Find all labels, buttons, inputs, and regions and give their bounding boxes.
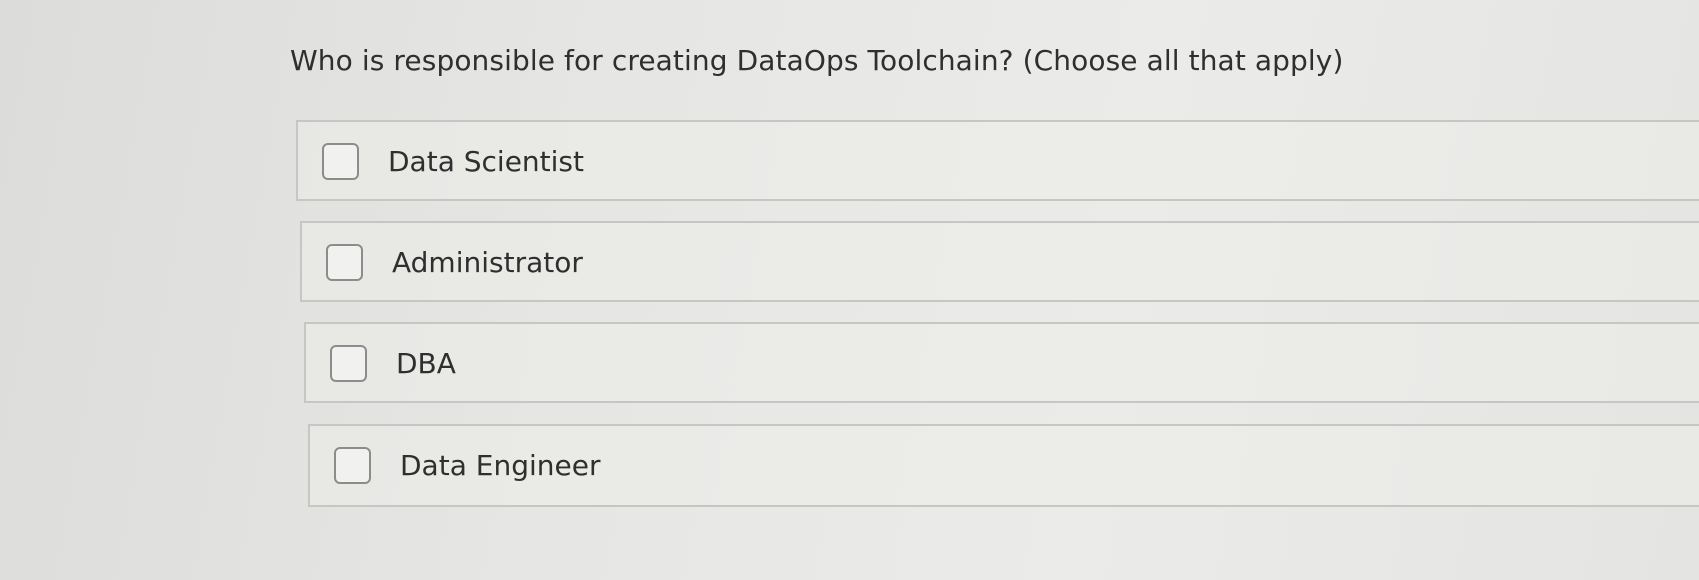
option-label: DBA	[396, 347, 456, 380]
checkbox-administrator[interactable]	[326, 244, 363, 281]
option-data-engineer[interactable]: Data Engineer	[308, 424, 1699, 507]
option-dba[interactable]: DBA	[304, 322, 1699, 403]
question-text: Who is responsible for creating DataOps …	[290, 44, 1344, 77]
checkbox-data-scientist[interactable]	[322, 143, 359, 180]
option-label: Data Engineer	[400, 449, 601, 482]
checkbox-dba[interactable]	[330, 345, 367, 382]
checkbox-data-engineer[interactable]	[334, 447, 371, 484]
option-administrator[interactable]: Administrator	[300, 221, 1699, 302]
option-label: Data Scientist	[388, 145, 584, 178]
option-data-scientist[interactable]: Data Scientist	[296, 120, 1699, 201]
option-label: Administrator	[392, 246, 583, 279]
